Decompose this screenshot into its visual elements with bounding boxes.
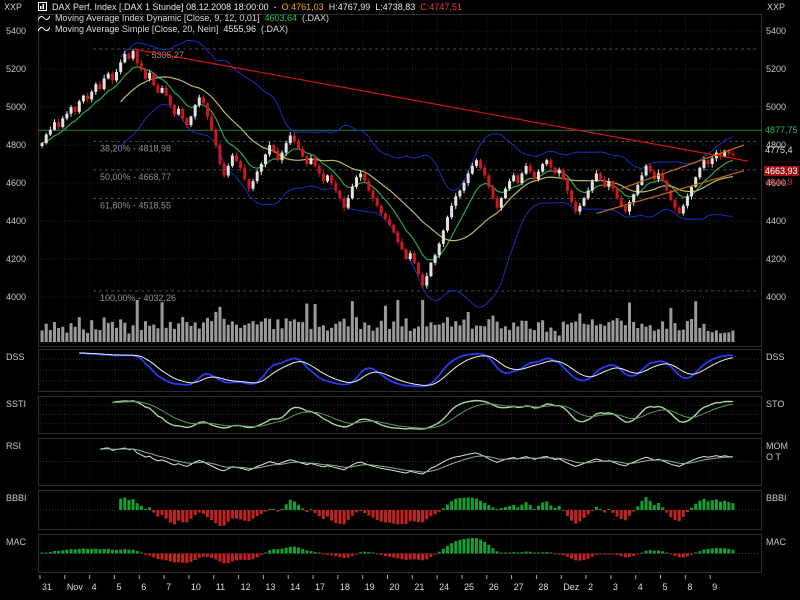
time-axis-label: 7 bbox=[166, 582, 171, 592]
instrument-header: DAX Perf. Index [.DAX 1 Stunde] 08.12.20… bbox=[38, 2, 467, 12]
time-axis-label: 10 bbox=[191, 582, 201, 592]
macd-histogram bbox=[40, 538, 735, 564]
time-axis-label: 25 bbox=[464, 582, 474, 592]
bbbi-histogram bbox=[119, 497, 735, 526]
panel-label-right: DSS bbox=[766, 352, 785, 362]
panel-label-right: BBBI bbox=[766, 493, 787, 503]
price-tick-label: 4400 bbox=[6, 216, 27, 226]
close-value: C:4747,51 bbox=[420, 2, 462, 12]
price-tick-label: 4000 bbox=[6, 292, 27, 302]
price-marker: 4775,4 bbox=[765, 144, 793, 155]
down-trendline bbox=[132, 48, 749, 162]
panel-label-right: STO bbox=[766, 399, 785, 409]
time-axis-label: 5 bbox=[663, 582, 668, 592]
time-axis-label: 21 bbox=[414, 582, 424, 592]
panel-label-left: DSS bbox=[6, 352, 25, 362]
header-separator: - bbox=[273, 2, 277, 12]
price-tick-label: 4200 bbox=[6, 254, 27, 264]
price-tick-label: 5200 bbox=[6, 64, 27, 74]
fibonacci-label: 38,20% - 4818,98 bbox=[100, 143, 171, 153]
time-axis-label: 8 bbox=[687, 582, 692, 592]
time-axis-label: 26 bbox=[489, 582, 499, 592]
open-value: O:4761,03 bbox=[281, 2, 324, 12]
price-marker: 4663,93 bbox=[764, 165, 799, 176]
panel-label-left: MAC bbox=[6, 537, 26, 547]
main-price-chart[interactable]: - 5305,2738,20% - 4818,9850,00% - 4668,7… bbox=[38, 14, 762, 347]
time-axis-label: 31 bbox=[42, 582, 52, 592]
time-axis-label: 17 bbox=[315, 582, 325, 592]
time-axis: 31 Nov 4 5 6 7 10 11 12 13 14 17 18 19 20 21 24 25 26 27 28 D… bbox=[39, 575, 717, 592]
time-axis-label: 5 bbox=[116, 582, 121, 592]
price-marker: 4644,9 bbox=[765, 176, 793, 187]
panel-label-left: RSI bbox=[6, 441, 22, 451]
scale-label-left: XXP bbox=[4, 2, 23, 12]
time-axis-label: 3 bbox=[613, 582, 618, 592]
macd-indicator-panel[interactable] bbox=[38, 534, 762, 573]
stochastic-indicator-panel[interactable] bbox=[38, 396, 762, 434]
time-axis-label: 4 bbox=[92, 582, 97, 592]
fibonacci-label: 50,00% - 4668,77 bbox=[100, 172, 171, 182]
price-tick-label: 5200 bbox=[766, 64, 787, 74]
bbbi-indicator-panel[interactable] bbox=[38, 490, 762, 530]
time-axis-label: 24 bbox=[439, 582, 449, 592]
price-tick-label: 5000 bbox=[766, 102, 787, 112]
price-gridlines bbox=[40, 30, 760, 298]
price-tick-label: 4800 bbox=[6, 140, 27, 150]
time-axis-label: 19 bbox=[365, 582, 375, 592]
time-axis-label: 11 bbox=[216, 582, 225, 592]
time-axis-label: 12 bbox=[241, 582, 251, 592]
rsi-indicator-panel[interactable] bbox=[38, 438, 762, 486]
panel-label-right: MOM bbox=[766, 441, 788, 451]
time-axis-label: 27 bbox=[514, 582, 524, 592]
price-tick-label: 4000 bbox=[766, 292, 787, 302]
panel-label-left: SSTI bbox=[6, 399, 27, 409]
price-tick-label: 5400 bbox=[766, 26, 787, 36]
time-axis-label: Nov bbox=[67, 582, 84, 592]
time-axis-label: 14 bbox=[290, 582, 300, 592]
panel-label-right: MAC bbox=[766, 537, 786, 547]
instrument-title: DAX Perf. Index [.DAX 1 Stunde] 08.12.20… bbox=[52, 2, 269, 12]
time-axis-label: Dez bbox=[563, 582, 580, 592]
time-axis-label: 4 bbox=[638, 582, 643, 592]
chart-icon bbox=[38, 2, 47, 11]
channel-upper-line bbox=[621, 144, 745, 190]
chart-window: XXP XXP DAX Perf. Index [.DAX 1 Stunde] … bbox=[0, 0, 800, 600]
scale-label-right: XXP bbox=[767, 2, 786, 12]
price-marker: 4877,75 bbox=[765, 125, 798, 136]
time-axis-label: 9 bbox=[712, 582, 717, 592]
price-tick-label: 4200 bbox=[766, 254, 787, 264]
high-value: H:4767,99 bbox=[328, 2, 371, 12]
time-axis-label: 6 bbox=[141, 582, 146, 592]
fibonacci-label: 61,80% - 4518,55 bbox=[100, 200, 171, 210]
time-axis-label: 20 bbox=[390, 582, 400, 592]
price-tick-label: 5000 bbox=[6, 102, 27, 112]
price-tick-label: 5400 bbox=[6, 26, 27, 36]
time-axis-label: 18 bbox=[340, 582, 350, 592]
panel-label-left: BBBI bbox=[6, 493, 27, 503]
low-value: L:4738,83 bbox=[375, 2, 416, 12]
price-tick-label: 4600 bbox=[6, 178, 27, 188]
volume-bars bbox=[40, 300, 735, 342]
panel-label-right: O T bbox=[766, 452, 781, 462]
time-axis-label: 13 bbox=[265, 582, 275, 592]
ma-simple-line bbox=[120, 76, 734, 242]
price-tick-label: 4400 bbox=[766, 216, 787, 226]
time-axis-label: 28 bbox=[538, 582, 548, 592]
dss-indicator-panel[interactable] bbox=[38, 349, 762, 392]
time-axis-label: 2 bbox=[588, 582, 593, 592]
